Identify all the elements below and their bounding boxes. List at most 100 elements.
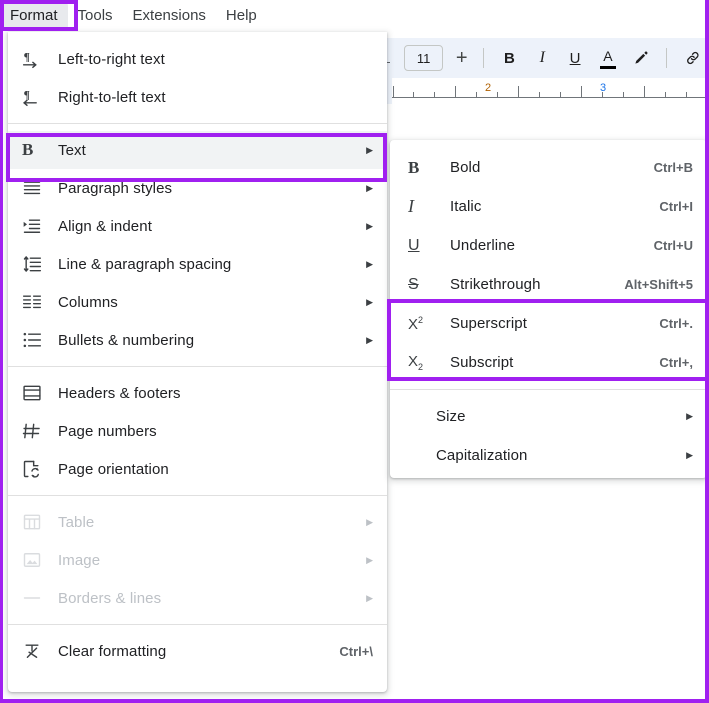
toolbar-divider-2 [666,48,668,68]
ruler-label-3: 3 [599,82,607,94]
submenu-arrow-icon: ▶ [366,516,373,527]
document-ruler[interactable]: 2 3 [392,78,709,104]
bold-b-icon: B [22,140,34,159]
menu-item-label: Size [436,408,466,425]
menu-separator [8,366,387,367]
menu-item-shortcut: Ctrl+U [653,238,693,253]
menu-item-shortcut: Ctrl+I [659,199,693,214]
menu-item-label: Image [58,551,101,569]
format-menu-item-paragraph-styles[interactable]: Paragraph styles ▶ [8,169,387,207]
bullets-numbering-icon [23,332,42,348]
submenu-arrow-icon: ▶ [366,182,373,193]
format-menu-item-table: Table ▶ [8,503,387,541]
menu-item-shortcut: Ctrl+B [653,160,693,175]
font-size-input[interactable]: 11 [404,45,444,71]
menu-item-shortcut: Alt+Shift+5 [624,277,693,292]
menu-item-shortcut: Ctrl+\ [339,643,373,659]
font-size-value: 11 [416,50,431,66]
format-menu-item-borders-lines: Borders & lines ▶ [8,579,387,617]
submenu-arrow-icon: ▶ [366,592,373,603]
submenu-arrow-icon: ▶ [366,258,373,269]
insert-link-button[interactable] [680,45,705,71]
text-submenu-item-capitalization[interactable]: Capitalization ▶ [390,436,707,475]
menu-item-label: Page orientation [58,460,169,478]
menu-item-label: Columns [58,293,118,311]
menu-item-label: Headers & footers [58,384,181,402]
format-menu-item-left-to-right-text[interactable]: ¶ Left-to-right text [8,40,387,78]
menu-item-label: Superscript [450,315,527,332]
subscript-icon: X2 [408,353,424,372]
format-menu-item-headers-footers[interactable]: Headers & footers [8,374,387,412]
page-orientation-icon-wrap [22,458,48,480]
clear-formatting-icon-wrap [22,640,48,662]
insert-link-icon [686,51,699,65]
strikethrough-icon-wrap: S [408,274,436,296]
format-menu-item-image: Image ▶ [8,541,387,579]
menu-item-shortcut: Ctrl+. [659,316,693,331]
format-menu-item-align-indent[interactable]: Align & indent ▶ [8,207,387,245]
menu-item-label: Italic [450,198,482,215]
formatting-toolbar: 11 + B I U A [392,38,709,78]
italic-icon: I [539,49,545,66]
toolbar-divider [483,48,485,68]
increase-font-size-button[interactable]: + [449,45,474,71]
format-menu-item-clear-formatting[interactable]: Clear formatting Ctrl+\ [8,632,387,670]
headers-footers-icon-wrap [22,382,48,404]
text-submenu-item-superscript[interactable]: X2 Superscript Ctrl+. [390,304,707,343]
menu-separator [390,389,707,390]
menu-bar-item-help[interactable]: Help [216,2,267,30]
text-color-button[interactable]: A [596,45,621,71]
pencil-highlight-icon [635,51,648,64]
text-submenu-item-size[interactable]: Size ▶ [390,397,707,436]
paragraph-rtl-icon: ¶ [22,89,37,107]
svg-text:¶: ¶ [24,51,30,64]
italic-button[interactable]: I [530,45,555,71]
format-menu-item-columns[interactable]: Columns ▶ [8,283,387,321]
menu-bar-item-extensions[interactable]: Extensions [123,2,216,30]
format-menu-item-page-orientation[interactable]: Page orientation [8,450,387,488]
underline-button[interactable]: U [563,45,588,71]
image-icon [23,553,41,567]
format-menu-item-text[interactable]: B Text ▶ [8,131,387,169]
borders-lines-icon-wrap [22,587,48,609]
ruler-label-2: 2 [484,82,492,94]
columns-icon-wrap [22,291,48,313]
format-menu-item-bullets-numbering[interactable]: Bullets & numbering ▶ [8,321,387,359]
menu-bar-item-format[interactable]: Format [0,2,68,30]
menu-bar-items: Format Tools Extensions Help [0,0,267,32]
paragraph-rtl-icon-wrap: ¶ [22,86,48,108]
text-submenu-item-subscript[interactable]: X2 Subscript Ctrl+, [390,343,707,382]
align-indent-icon-wrap [22,215,48,237]
crop-border-left [0,0,3,703]
strikethrough-icon: S [408,275,419,293]
format-menu-item-right-to-left-text[interactable]: ¶ Right-to-left text [8,78,387,116]
menu-item-label: Clear formatting [58,642,167,660]
menu-item-shortcut: Ctrl+, [659,355,693,370]
paragraph-ltr-icon-wrap: ¶ [22,48,48,70]
underline-icon: U [408,236,420,254]
menu-item-label: Capitalization [436,447,528,464]
underline-icon-wrap: U [408,235,436,257]
menu-item-label: Underline [450,237,516,254]
menu-bar-item-tools[interactable]: Tools [68,2,123,30]
bold-icon: B [408,157,420,177]
underline-icon: U [569,49,581,67]
text-submenu-item-bold[interactable]: B Bold Ctrl+B [390,148,707,187]
italic-icon: I [408,196,414,216]
highlight-color-button[interactable] [628,45,653,71]
format-menu-item-page-numbers[interactable]: Page numbers [8,412,387,450]
align-indent-icon [23,219,41,233]
columns-icon [22,295,42,309]
borders-lines-icon [23,597,41,599]
text-submenu-item-strikethrough[interactable]: S Strikethrough Alt+Shift+5 [390,265,707,304]
text-submenu-item-underline[interactable]: U Underline Ctrl+U [390,226,707,265]
menu-item-label: Page numbers [58,422,157,440]
menu-separator [8,495,387,496]
bold-button[interactable]: B [497,45,522,71]
format-menu-item-line-paragraph-spacing[interactable]: Line & paragraph spacing ▶ [8,245,387,283]
bullets-numbering-icon-wrap [22,329,48,351]
text-submenu-panel: B Bold Ctrl+B I Italic Ctrl+I U Underline Ctrl+U… [390,140,707,478]
line-spacing-icon-wrap [22,253,48,275]
table-icon [23,514,41,530]
text-submenu-item-italic[interactable]: I Italic Ctrl+I [390,187,707,226]
